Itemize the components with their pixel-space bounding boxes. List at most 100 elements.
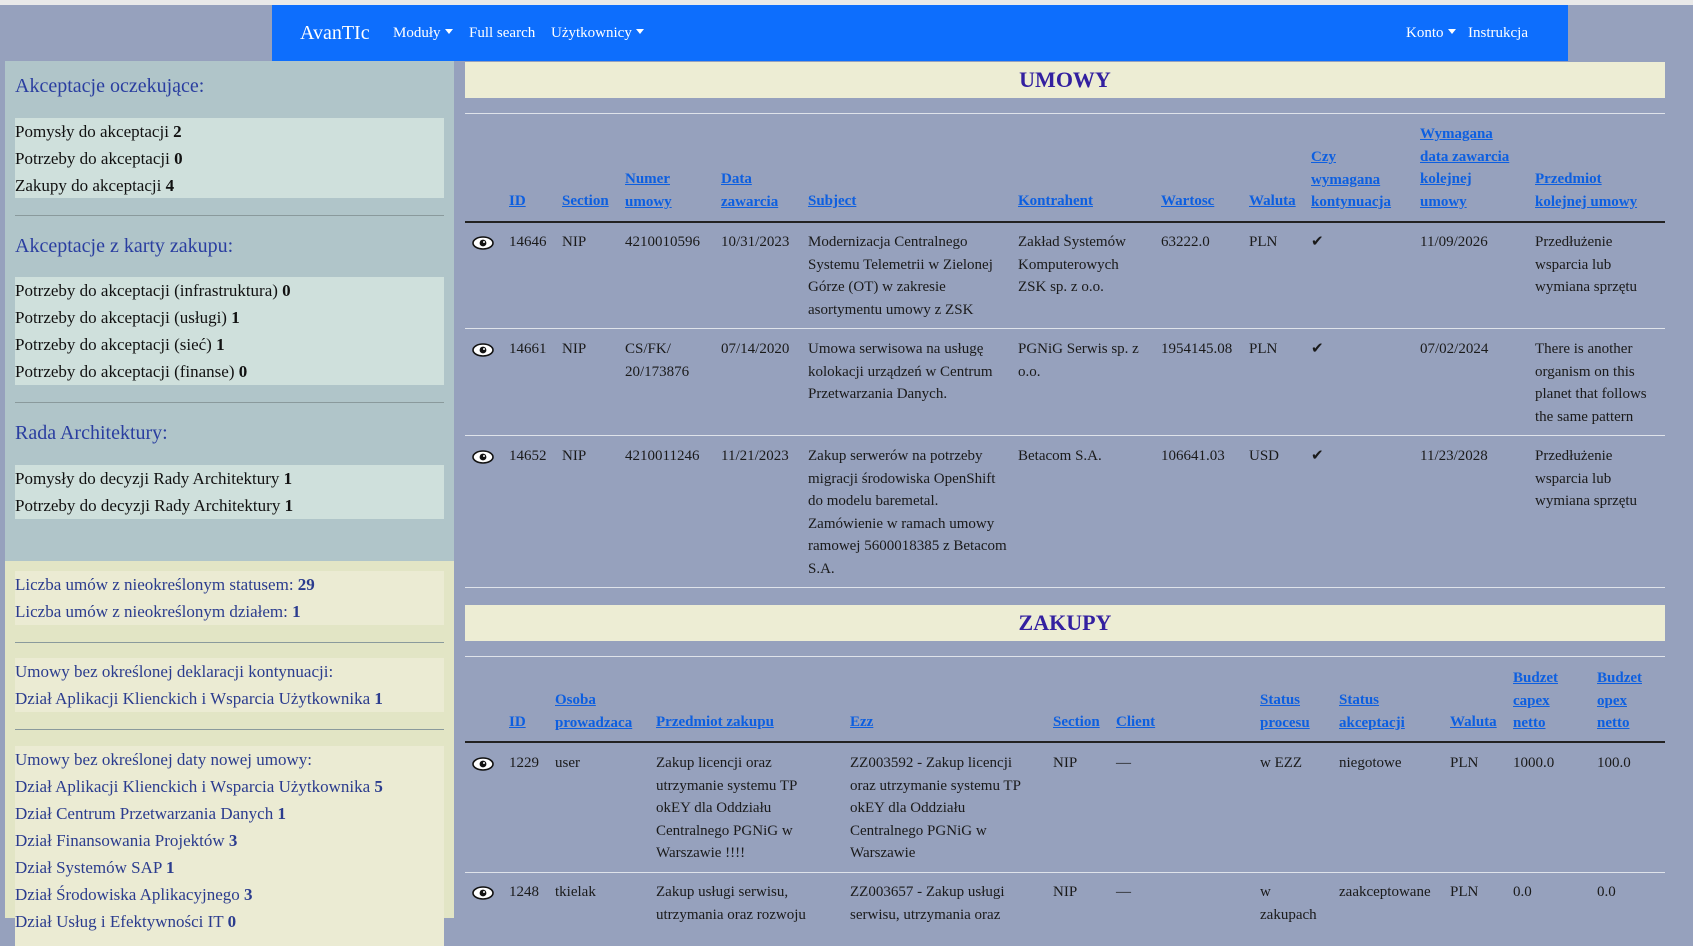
zakupy-th-client[interactable]: Client (1116, 711, 1155, 734)
cell-waluta: PLN (1450, 755, 1479, 771)
cell-kontrahent: PGNiG Serwis sp. z o.o. (1018, 341, 1139, 380)
no-date-list: Umowy bez określonej daty nowej umowy: D… (15, 746, 444, 946)
zakupy-th-waluta[interactable]: Waluta (1450, 711, 1497, 734)
zakupy-th-status-procesu[interactable]: Status procesu (1260, 689, 1325, 734)
cell-osoba: tkielak (555, 884, 596, 900)
umowy-th-id[interactable]: ID (509, 190, 526, 213)
cell-client: — (1116, 884, 1131, 900)
pending-ideas[interactable]: Pomysły do akceptacji 2 (15, 118, 444, 145)
cell-section: NIP (1053, 884, 1078, 900)
pending-purchases[interactable]: Zakupy do akceptacji 4 (15, 172, 444, 199)
cell-subject: Zakup serwerów na potrzeby migracji środ… (808, 448, 1007, 577)
arch-label: Pomysły do decyzji Rady Architektury (15, 469, 280, 488)
pending-count: 2 (173, 122, 182, 141)
eye-icon[interactable] (472, 236, 494, 250)
nav-uzytkownicy-dropdown[interactable]: Użytkownicy (551, 25, 644, 42)
no-date-count: 3 (228, 831, 238, 850)
zakupy-th-id[interactable]: ID (509, 711, 526, 734)
umowy-th-section[interactable]: Section (562, 190, 609, 213)
zakupy-th-capex[interactable]: Budzet capex netto (1513, 667, 1573, 735)
arch-item[interactable]: Pomysły do decyzji Rady Architektury 1 (15, 465, 444, 492)
row-divider (465, 435, 1665, 436)
zakupy-th-section[interactable]: Section (1053, 711, 1100, 734)
nav-full-search[interactable]: Full search (469, 25, 535, 42)
table-top-line (465, 656, 1665, 657)
cell-id: 14646 (509, 234, 547, 250)
no-date-count: 3 (244, 885, 253, 904)
cell-status-procesu: w zakupach (1260, 884, 1317, 923)
check-icon: ✔ (1311, 448, 1324, 464)
cell-id: 1248 (509, 884, 539, 900)
no-date-count: 1 (165, 858, 175, 877)
no-date-item[interactable]: Dział Systemów SAP 1 (15, 854, 444, 881)
zakupy-th-ezz[interactable]: Ezz (850, 711, 873, 734)
umowy-th-data[interactable]: Data zawarcia (721, 168, 791, 213)
cell-status-akceptacji: niegotowe (1339, 755, 1402, 771)
no-continuation-list: Umowy bez określonej deklaracji kontynua… (15, 658, 444, 712)
nav-moduly-dropdown[interactable]: Moduły (393, 25, 453, 42)
umowy-th-subject[interactable]: Subject (808, 190, 856, 213)
no-date-label: Dział Usług i Efektywności IT (15, 912, 224, 931)
row-divider (465, 587, 1665, 588)
nav-konto-dropdown[interactable]: Konto (1406, 25, 1456, 42)
no-date-item[interactable]: Dział Finansowania Projektów 3 (15, 827, 444, 854)
no-date-item[interactable]: Dział Centrum Przetwarzania Danych 1 (15, 800, 444, 827)
stats-item[interactable]: Liczba umów z nieokreślonym statusem: 29 (15, 571, 444, 598)
cell-przedmiot: There is another organism on this planet… (1535, 341, 1647, 425)
card-label: Potrzeby do akceptacji (finanse) (15, 362, 235, 381)
eye-icon[interactable] (472, 886, 494, 900)
check-icon: ✔ (1311, 234, 1324, 250)
zakupy-title: ZAKUPY (465, 605, 1665, 641)
sidebar-contracts: Liczba umów z nieokreślonym statusem: 29… (5, 561, 454, 946)
umowy-th-waluta[interactable]: Waluta (1249, 190, 1296, 213)
card-item[interactable]: Potrzeby do akceptacji (usługi) 1 (15, 304, 444, 331)
umowy-th-kontrahent[interactable]: Kontrahent (1018, 190, 1093, 213)
cell-wymagana-data: 11/09/2026 (1420, 234, 1488, 250)
cell-section: NIP (1053, 755, 1078, 771)
brand-link[interactable]: AvanTIc (300, 22, 370, 45)
zakupy-th-przedmiot[interactable]: Przedmiot zakupu (656, 711, 774, 734)
nav-uzytkownicy-label: Użytkownicy (551, 25, 632, 41)
cell-przedmiot: Przedłużenie wsparcia lub wymiana sprzęt… (1535, 234, 1638, 295)
no-continuation-item[interactable]: Dział Aplikacji Klienckich i Wsparcia Uż… (15, 685, 444, 712)
card-item[interactable]: Potrzeby do akceptacji (sieć) 1 (15, 331, 444, 358)
stats-item[interactable]: Liczba umów z nieokreślonym działem: 1 (15, 598, 444, 625)
pending-label: Potrzeby do akceptacji (15, 149, 170, 168)
zakupy-th-osoba[interactable]: Osoba prowadzaca (555, 689, 640, 734)
cell-waluta: USD (1249, 448, 1280, 464)
umowy-th-wartosc[interactable]: Wartosc (1161, 190, 1214, 213)
cell-wymagana-data: 11/23/2028 (1420, 448, 1488, 464)
card-item[interactable]: Potrzeby do akceptacji (finanse) 0 (15, 358, 444, 385)
eye-icon[interactable] (472, 343, 494, 357)
nav-konto-label: Konto (1406, 25, 1444, 41)
umowy-title: UMOWY (465, 62, 1665, 98)
no-continuation-label: Dział Aplikacji Klienckich i Wsparcia Uż… (15, 689, 371, 708)
eye-icon[interactable] (472, 450, 494, 464)
umowy-th-wymagana-data[interactable]: Wymagana data zawarcia kolejnej umowy (1420, 123, 1520, 213)
cell-subject: Umowa serwisowa na usługę kolokacji urzą… (808, 341, 993, 402)
umowy-th-przedmiot[interactable]: Przedmiot kolejnej umowy (1535, 168, 1650, 213)
cell-osoba: user (555, 755, 580, 771)
cell-id: 14661 (509, 341, 547, 357)
card-list: Potrzeby do akceptacji (infrastruktura) … (15, 277, 444, 385)
zakupy-th-status-akceptacji[interactable]: Status akceptacji (1339, 689, 1424, 734)
no-date-item[interactable]: Dział Aplikacji Klienckich i Wsparcia Uż… (15, 773, 444, 800)
no-date-heading: Umowy bez określonej daty nowej umowy: (15, 750, 312, 769)
nav-instrukcja[interactable]: Instrukcja (1468, 25, 1528, 42)
cell-id: 14652 (509, 448, 547, 464)
cell-waluta: PLN (1450, 884, 1479, 900)
card-item[interactable]: Potrzeby do akceptacji (infrastruktura) … (15, 277, 444, 304)
no-date-item[interactable]: Dział Środowiska Aplikacyjnego 3 (15, 881, 444, 908)
umowy-th-kontynuacja[interactable]: Czy wymagana kontynuacja (1311, 146, 1406, 214)
cell-kontrahent: Zakład Systemów Komputerowych ZSK sp. z … (1018, 234, 1126, 295)
arch-item[interactable]: Potrzeby do decyzji Rady Architektury 1 (15, 492, 444, 519)
divider (15, 729, 444, 730)
no-date-item[interactable]: Dział Usług i Efektywności IT 0 (15, 908, 444, 935)
table-top-line (465, 113, 1665, 114)
pending-needs[interactable]: Potrzeby do akceptacji 0 (15, 145, 444, 172)
zakupy-th-opex[interactable]: Budzet opex netto (1597, 667, 1657, 735)
row-divider (465, 872, 1665, 873)
eye-icon[interactable] (472, 757, 494, 771)
caret-down-icon (635, 29, 644, 34)
umowy-th-numer[interactable]: Numer umowy (625, 168, 695, 213)
